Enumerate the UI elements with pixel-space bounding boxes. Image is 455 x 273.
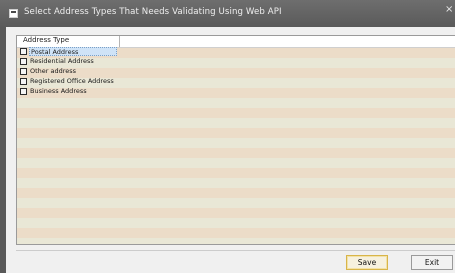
grid-row-stripe	[17, 158, 455, 168]
grid-row-stripe	[17, 198, 455, 208]
grid-row-stripe	[17, 118, 455, 128]
checkbox[interactable]	[20, 78, 27, 85]
list-item-label: Other address	[30, 67, 77, 75]
grid-row-stripe	[17, 228, 455, 238]
grid-row-stripe	[17, 238, 455, 244]
list-item[interactable]: Postal Address	[17, 47, 455, 56]
grid-row-stripe	[17, 98, 455, 108]
grid-row-stripe	[17, 108, 455, 118]
column-header-label: Address Type	[23, 36, 70, 44]
grid-row-stripe	[17, 208, 455, 218]
list-item-label: Residential Address	[30, 57, 94, 65]
list-item[interactable]: Registered Office Address	[17, 77, 455, 86]
checkbox[interactable]	[20, 48, 27, 55]
checkbox[interactable]	[20, 58, 27, 65]
window-icon	[9, 9, 18, 18]
window-title: Select Address Types That Needs Validati…	[24, 7, 282, 17]
grid-row-stripe	[17, 178, 455, 188]
grid-row-stripe	[17, 188, 455, 198]
grid-rows: Postal Address Residential Address Other…	[17, 47, 455, 244]
exit-button[interactable]: Exit	[411, 255, 453, 270]
list-item[interactable]: Other address	[17, 67, 455, 76]
dialog-window: Select Address Types That Needs Validati…	[0, 0, 455, 273]
list-item-label: Postal Address	[29, 47, 117, 56]
close-button[interactable]: ×	[445, 4, 453, 15]
grid-row-stripe	[17, 168, 455, 178]
grid-row-stripe	[17, 138, 455, 148]
grid-row-stripe	[17, 128, 455, 138]
list-item-label: Business Address	[30, 87, 87, 95]
checkbox[interactable]	[20, 68, 27, 75]
list-item-label: Registered Office Address	[30, 77, 114, 85]
title-bar[interactable]: Select Address Types That Needs Validati…	[0, 0, 455, 27]
grid-row-stripe	[17, 218, 455, 228]
address-type-grid[interactable]: Address Type Postal Address Residential …	[16, 35, 455, 245]
list-item[interactable]: Residential Address	[17, 57, 455, 66]
column-header-address-type[interactable]: Address Type	[17, 36, 120, 47]
list-item[interactable]: Business Address	[17, 87, 455, 96]
dialog-body: Address Type Postal Address Residential …	[6, 27, 455, 273]
save-button[interactable]: Save	[346, 255, 388, 270]
footer-divider	[16, 250, 455, 251]
grid-row-stripe	[17, 148, 455, 158]
checkbox[interactable]	[20, 88, 27, 95]
